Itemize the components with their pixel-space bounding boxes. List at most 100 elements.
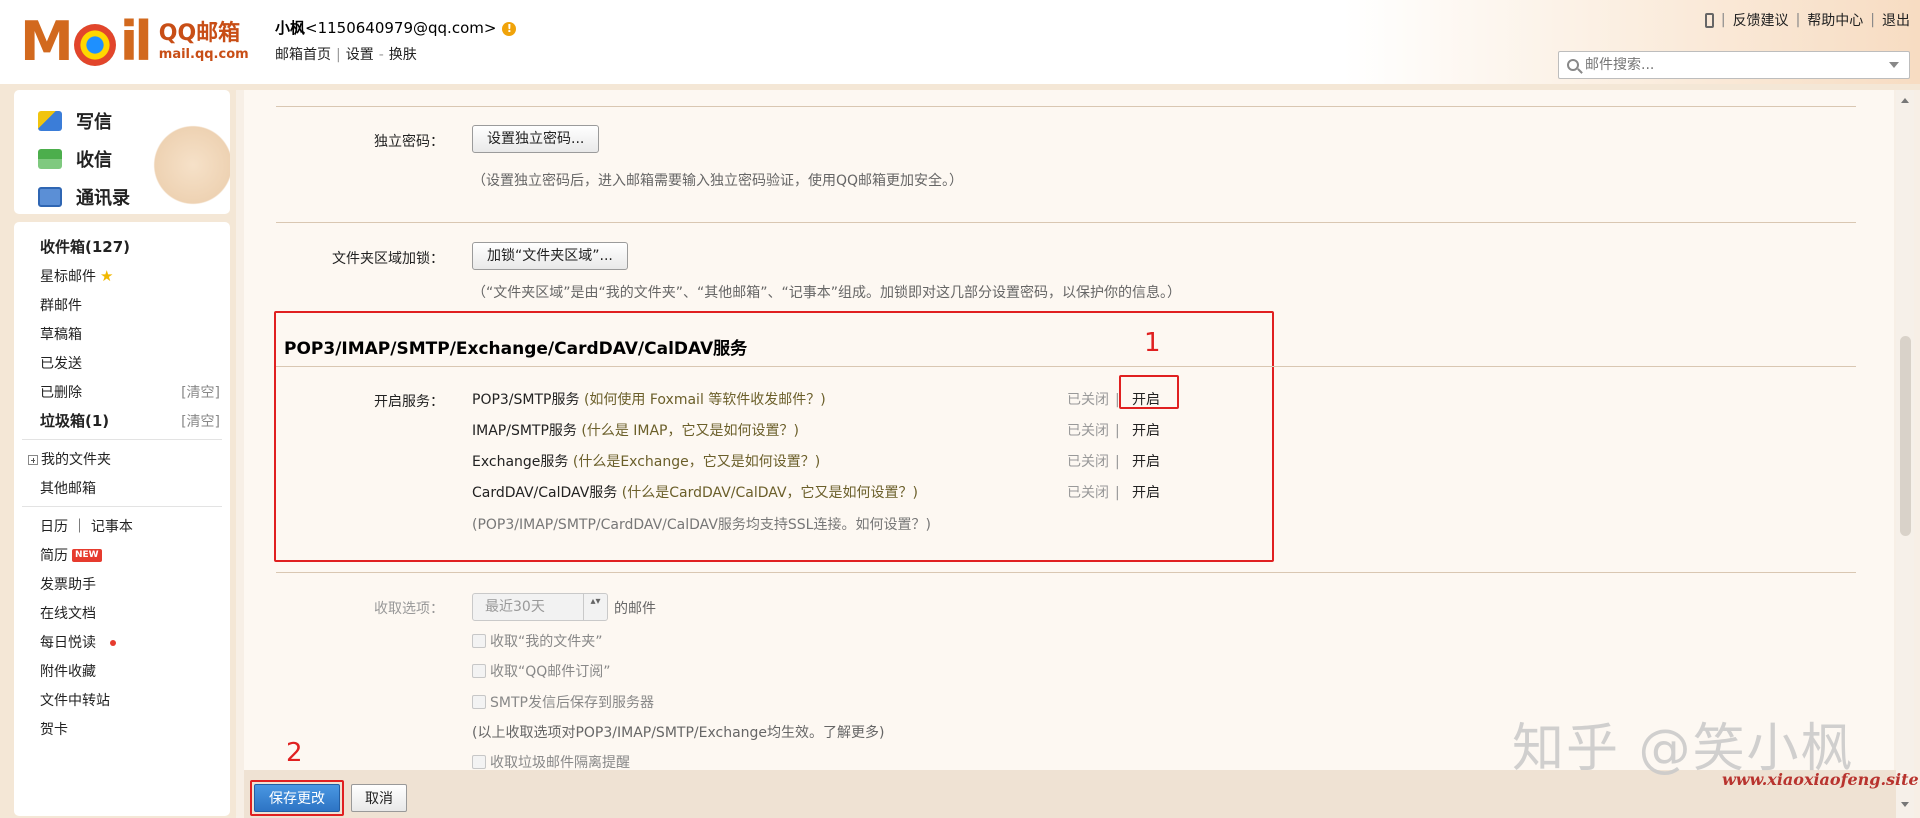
logout-link[interactable]: 退出 <box>1882 10 1910 30</box>
scroll-down-icon[interactable] <box>1901 802 1909 807</box>
top-links: | 反馈建议 | 帮助中心 | 退出 <box>1704 10 1910 30</box>
ssl-note[interactable]: (POP3/IMAP/SMTP/CardDAV/CalDAV服务均支持SSL连接… <box>472 514 931 534</box>
independent-password-hint: （设置独立密码后，进入邮箱需要输入独立密码验证，使用QQ邮箱更加安全。） <box>472 173 964 189</box>
services-section-title: POP3/IMAP/SMTP/Exchange/CardDAV/CalDAV服务 <box>284 339 748 359</box>
divider <box>22 439 222 440</box>
scroll-up-icon[interactable] <box>1901 98 1909 103</box>
contacts-button[interactable]: 通讯录 <box>38 178 230 214</box>
service-carddav-caldav: CardDAV/CalDAV服务 (什么是CardDAV/CalDAV，它又是如… <box>472 485 918 501</box>
vertical-scrollbar[interactable] <box>1896 90 1914 818</box>
user-email: <1150640979@qq.com> <box>305 19 497 37</box>
mail-search-input[interactable] <box>1585 57 1889 73</box>
save-changes-button[interactable]: 保存更改 <box>254 784 340 812</box>
nav-settings[interactable]: 设置 <box>346 47 374 63</box>
chevron-down-icon[interactable] <box>1889 62 1899 68</box>
mail-search-box[interactable] <box>1558 51 1910 79</box>
independent-password-label: 独立密码： <box>374 134 444 150</box>
sidebar-item-deleted[interactable]: 已删除 [清空] <box>14 377 230 406</box>
sidebar-item-daily-read[interactable]: 每日悦读 <box>14 627 230 656</box>
receive-suffix: 的邮件 <box>614 601 656 617</box>
receive-button[interactable]: 收信 <box>38 140 230 178</box>
annotation-number-2: 2 <box>286 738 303 768</box>
service-status: 已关闭 | <box>1067 423 1120 439</box>
folder-lock-label: 文件夹区域加锁： <box>332 251 444 267</box>
inbox-download-icon <box>38 149 62 169</box>
annotation-number-1: 1 <box>1144 328 1161 358</box>
folder-lock-hint: （“文件夹区域”是由“我的文件夹”、“其他邮箱”、“记事本”组成。加锁即对这几部… <box>472 285 1182 301</box>
service-help-link[interactable]: (什么是 IMAP，它又是如何设置？) <box>581 423 799 439</box>
sidebar-item-spam[interactable]: 垃圾箱(1) [清空] <box>14 406 230 435</box>
unread-dot-icon <box>110 639 116 646</box>
check-my-folders[interactable]: 收取“我的文件夹” <box>472 631 603 651</box>
receive-range-select[interactable]: 最近30天 ▴▾ <box>472 593 608 621</box>
divider <box>276 366 1856 367</box>
sidebar: 写信 收信 通讯录 收件箱(127) 星标邮件 ★ 群邮件 草稿箱 已发送 已删除… <box>14 90 230 816</box>
set-independent-password-button[interactable]: 设置独立密码... <box>472 125 600 153</box>
qq-mail-logo[interactable]: Mil QQ邮箱 mail.qq.com <box>20 14 249 70</box>
compose-button[interactable]: 写信 <box>38 102 230 140</box>
sidebar-item-resume[interactable]: 简历 NEW <box>14 540 230 569</box>
clear-spam-link[interactable]: [清空] <box>181 411 220 431</box>
cancel-button[interactable]: 取消 <box>351 784 407 812</box>
user-info: 小枫<1150640979@qq.com>! 邮箱首页 | 设置 - 换肤 <box>275 17 517 64</box>
check-smtp-save-sent[interactable]: SMTP发信后保存到服务器 <box>472 692 654 712</box>
sidebar-item-other-mailbox[interactable]: 其他邮箱 <box>14 473 230 502</box>
sidebar-item-sent[interactable]: 已发送 <box>14 348 230 377</box>
scrollbar-thumb[interactable] <box>1900 336 1911 536</box>
checkbox[interactable] <box>472 755 486 769</box>
sidebar-item-inbox[interactable]: 收件箱(127) <box>14 232 230 261</box>
clear-deleted-link[interactable]: [清空] <box>181 382 220 402</box>
contact-card-icon <box>38 187 62 207</box>
sidebar-item-my-folders[interactable]: 我的文件夹 <box>14 444 230 473</box>
warning-icon[interactable]: ! <box>502 21 517 36</box>
sidebar-item-attachments[interactable]: 附件收藏 <box>14 656 230 685</box>
logo-o-icon <box>73 24 116 67</box>
search-icon <box>1567 59 1579 71</box>
nav-mailbox-home[interactable]: 邮箱首页 <box>275 47 331 63</box>
receive-options-note[interactable]: (以上收取选项对POP3/IMAP/SMTP/Exchange均生效。了解更多) <box>472 722 884 742</box>
service-status: 已关闭 | <box>1067 485 1120 501</box>
divider <box>276 106 1856 107</box>
sidebar-item-calendar-notes[interactable]: 日历 ｜ 记事本 <box>14 511 230 540</box>
service-exchange: Exchange服务 (什么是Exchange，它又是如何设置？) <box>472 454 821 470</box>
service-pop3-smtp: POP3/SMTP服务 (如何使用 Foxmail 等软件收发邮件？) <box>472 392 826 408</box>
logo-wordmark: Mil <box>20 10 153 73</box>
nav-skin[interactable]: 换肤 <box>389 47 417 63</box>
help-center-link[interactable]: 帮助中心 <box>1807 10 1863 30</box>
divider <box>276 222 1856 223</box>
checkbox[interactable] <box>472 634 486 648</box>
sidebar-item-invoice[interactable]: 发票助手 <box>14 569 230 598</box>
service-help-link[interactable]: (如何使用 Foxmail 等软件收发邮件？) <box>584 392 826 408</box>
enable-imap-smtp-link[interactable]: 开启 <box>1132 420 1160 440</box>
check-qq-subscriptions[interactable]: 收取“QQ邮件订阅” <box>472 661 611 681</box>
enable-exchange-link[interactable]: 开启 <box>1132 451 1160 471</box>
feedback-link[interactable]: 反馈建议 <box>1733 10 1789 30</box>
service-help-link[interactable]: (什么是CardDAV/CalDAV，它又是如何设置？) <box>622 485 918 501</box>
sidebar-item-drafts[interactable]: 草稿箱 <box>14 319 230 348</box>
sidebar-folders: 收件箱(127) 星标邮件 ★ 群邮件 草稿箱 已发送 已删除 [清空] 垃圾箱(1… <box>14 222 230 816</box>
check-spam-alert[interactable]: 收取垃圾邮件隔离提醒 <box>472 752 630 770</box>
logo-domain: mail.qq.com <box>158 47 249 62</box>
sidebar-item-starred[interactable]: 星标邮件 ★ <box>14 261 230 290</box>
receive-options-label: 收取选项： <box>374 601 444 617</box>
divider <box>22 506 222 507</box>
annotation-box-enable <box>1119 375 1179 409</box>
sidebar-item-greeting-card[interactable]: 贺卡 <box>14 714 230 743</box>
site-watermark: www.xiaoxiaofeng.site <box>1722 770 1919 789</box>
sidebar-item-group-mail[interactable]: 群邮件 <box>14 290 230 319</box>
service-help-link[interactable]: (什么是Exchange，它又是如何设置？) <box>573 454 820 470</box>
checkbox[interactable] <box>472 695 486 709</box>
expand-plus-icon[interactable] <box>28 454 38 465</box>
spinner-arrows-icon[interactable]: ▴▾ <box>583 594 607 620</box>
settings-content: 独立密码： 设置独立密码... （设置独立密码后，进入邮箱需要输入独立密码验证，… <box>244 90 1894 770</box>
sidebar-actions: 写信 收信 通讯录 <box>14 90 230 214</box>
new-badge: NEW <box>72 549 102 562</box>
enable-carddav-caldav-link[interactable]: 开启 <box>1132 482 1160 502</box>
checkbox[interactable] <box>472 664 486 678</box>
sidebar-item-file-transfer[interactable]: 文件中转站 <box>14 685 230 714</box>
lock-folder-area-button[interactable]: 加锁“文件夹区域”... <box>472 242 628 270</box>
enable-service-label: 开启服务： <box>374 394 444 410</box>
sidebar-item-online-docs[interactable]: 在线文档 <box>14 598 230 627</box>
mobile-phone-icon[interactable] <box>1704 12 1714 28</box>
header: Mil QQ邮箱 mail.qq.com 小枫<1150640979@qq.co… <box>0 0 1920 84</box>
